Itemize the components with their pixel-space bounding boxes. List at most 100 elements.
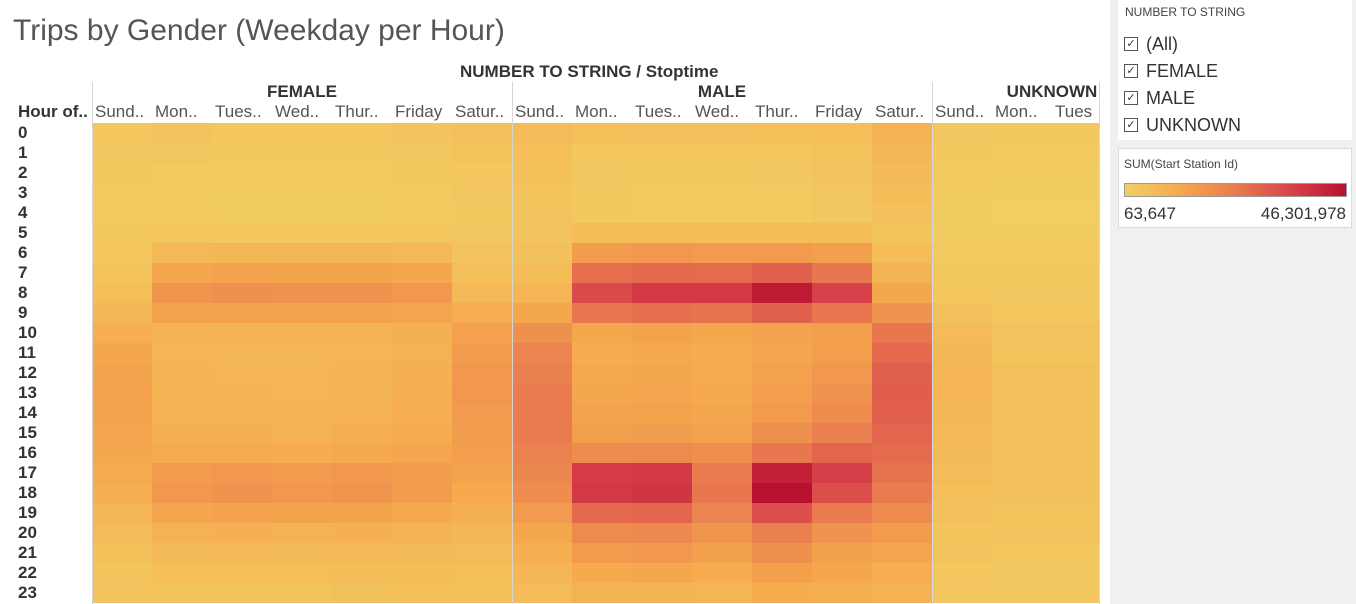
heatmap-cell <box>632 203 692 223</box>
heatmap-cell <box>692 383 752 403</box>
heatmap-cell <box>332 183 392 203</box>
heatmap-cell <box>1052 363 1099 383</box>
heatmap-cell <box>92 363 152 383</box>
heatmap-cell <box>452 203 512 223</box>
heatmap-cell <box>452 163 512 183</box>
filter-item-female[interactable]: ✓ FEMALE <box>1124 59 1218 83</box>
heatmap-cell <box>632 263 692 283</box>
heatmap-cell <box>272 423 332 443</box>
heatmap-cell <box>392 283 452 303</box>
heatmap-cell <box>332 543 392 563</box>
heatmap-cell <box>572 363 632 383</box>
heatmap-cell <box>92 263 152 283</box>
heatmap-cell <box>932 203 992 223</box>
heatmap-cell <box>932 303 992 323</box>
heatmap-cell <box>212 543 272 563</box>
heatmap-cell <box>212 403 272 423</box>
heatmap-cell <box>1052 563 1099 583</box>
heatmap-cell <box>392 183 452 203</box>
heatmap-cell <box>812 223 872 243</box>
heatmap-cell <box>752 243 812 263</box>
heatmap-cell <box>872 523 932 543</box>
heatmap-cell <box>512 203 572 223</box>
heatmap-cell <box>452 583 512 603</box>
heatmap-cell <box>272 183 332 203</box>
heatmap-cell <box>332 203 392 223</box>
heatmap-cell <box>872 303 932 323</box>
heatmap-cell <box>752 183 812 203</box>
filter-item-unknown[interactable]: ✓ UNKNOWN <box>1124 113 1241 137</box>
heatmap-cell <box>572 163 632 183</box>
heatmap-cell <box>752 303 812 323</box>
heatmap-cell <box>452 243 512 263</box>
heatmap-cell <box>332 423 392 443</box>
heatmap-cell <box>812 203 872 223</box>
heatmap-cell <box>212 243 272 263</box>
heatmap-cell <box>692 343 752 363</box>
heatmap-cell <box>392 563 452 583</box>
heatmap-cell <box>452 183 512 203</box>
heatmap-cell <box>1052 263 1099 283</box>
heatmap-cell <box>272 443 332 463</box>
heatmap-cell <box>872 503 932 523</box>
heatmap-cell <box>212 303 272 323</box>
heatmap-cell <box>152 583 212 603</box>
heatmap-cell <box>932 443 992 463</box>
heatmap-cell <box>752 263 812 283</box>
heatmap-cell <box>212 163 272 183</box>
heatmap-cell <box>872 143 932 163</box>
heatmap-cell <box>152 243 212 263</box>
heatmap-cell <box>152 363 212 383</box>
heatmap-cell <box>932 283 992 303</box>
heatmap-cell <box>752 283 812 303</box>
heatmap-cell <box>692 203 752 223</box>
heatmap-cell <box>332 563 392 583</box>
heatmap-cell <box>572 303 632 323</box>
heatmap-cell <box>812 283 872 303</box>
checkbox-checked-icon[interactable]: ✓ <box>1124 91 1138 105</box>
heatmap-cell <box>452 463 512 483</box>
heatmap-cell <box>992 403 1052 423</box>
heatmap-cell <box>632 463 692 483</box>
heatmap-cell <box>572 323 632 343</box>
heatmap-cell <box>272 163 332 183</box>
heatmap-cell <box>1052 483 1099 503</box>
heatmap-cell <box>932 123 992 143</box>
heatmap-cell <box>812 383 872 403</box>
heatmap-cell <box>392 543 452 563</box>
heatmap-cell <box>512 223 572 243</box>
heatmap-cell <box>92 463 152 483</box>
heatmap-cell <box>872 183 932 203</box>
heatmap-cell <box>152 303 212 323</box>
heatmap-cell <box>512 443 572 463</box>
heatmap-cell <box>812 403 872 423</box>
heatmap-cell <box>512 323 572 343</box>
heatmap-cell <box>1052 143 1099 163</box>
heatmap-cell <box>752 203 812 223</box>
heatmap-cell <box>992 283 1052 303</box>
filter-item-all[interactable]: ✓ (All) <box>1124 32 1178 56</box>
heatmap-cell <box>392 483 452 503</box>
heatmap-cell <box>812 523 872 543</box>
heatmap-cell <box>872 403 932 423</box>
heatmap-cell <box>332 483 392 503</box>
heatmap-cell <box>632 303 692 323</box>
heatmap-cell <box>392 243 452 263</box>
heatmap-cell <box>332 223 392 243</box>
heatmap-cell <box>1052 523 1099 543</box>
heatmap-cell <box>572 443 632 463</box>
filter-item-male[interactable]: ✓ MALE <box>1124 86 1195 110</box>
heatmap-cell <box>332 123 392 143</box>
heatmap-cell <box>632 123 692 143</box>
heatmap-cell <box>632 143 692 163</box>
heatmap-cell <box>1052 163 1099 183</box>
heatmap-cell <box>992 383 1052 403</box>
checkbox-checked-icon[interactable]: ✓ <box>1124 118 1138 132</box>
checkbox-checked-icon[interactable]: ✓ <box>1124 64 1138 78</box>
heatmap-cell <box>752 123 812 143</box>
heatmap-cell <box>512 363 572 383</box>
checkbox-checked-icon[interactable]: ✓ <box>1124 37 1138 51</box>
heatmap-cell <box>992 163 1052 183</box>
heatmap-cell <box>92 323 152 343</box>
heatmap-cell <box>512 483 572 503</box>
